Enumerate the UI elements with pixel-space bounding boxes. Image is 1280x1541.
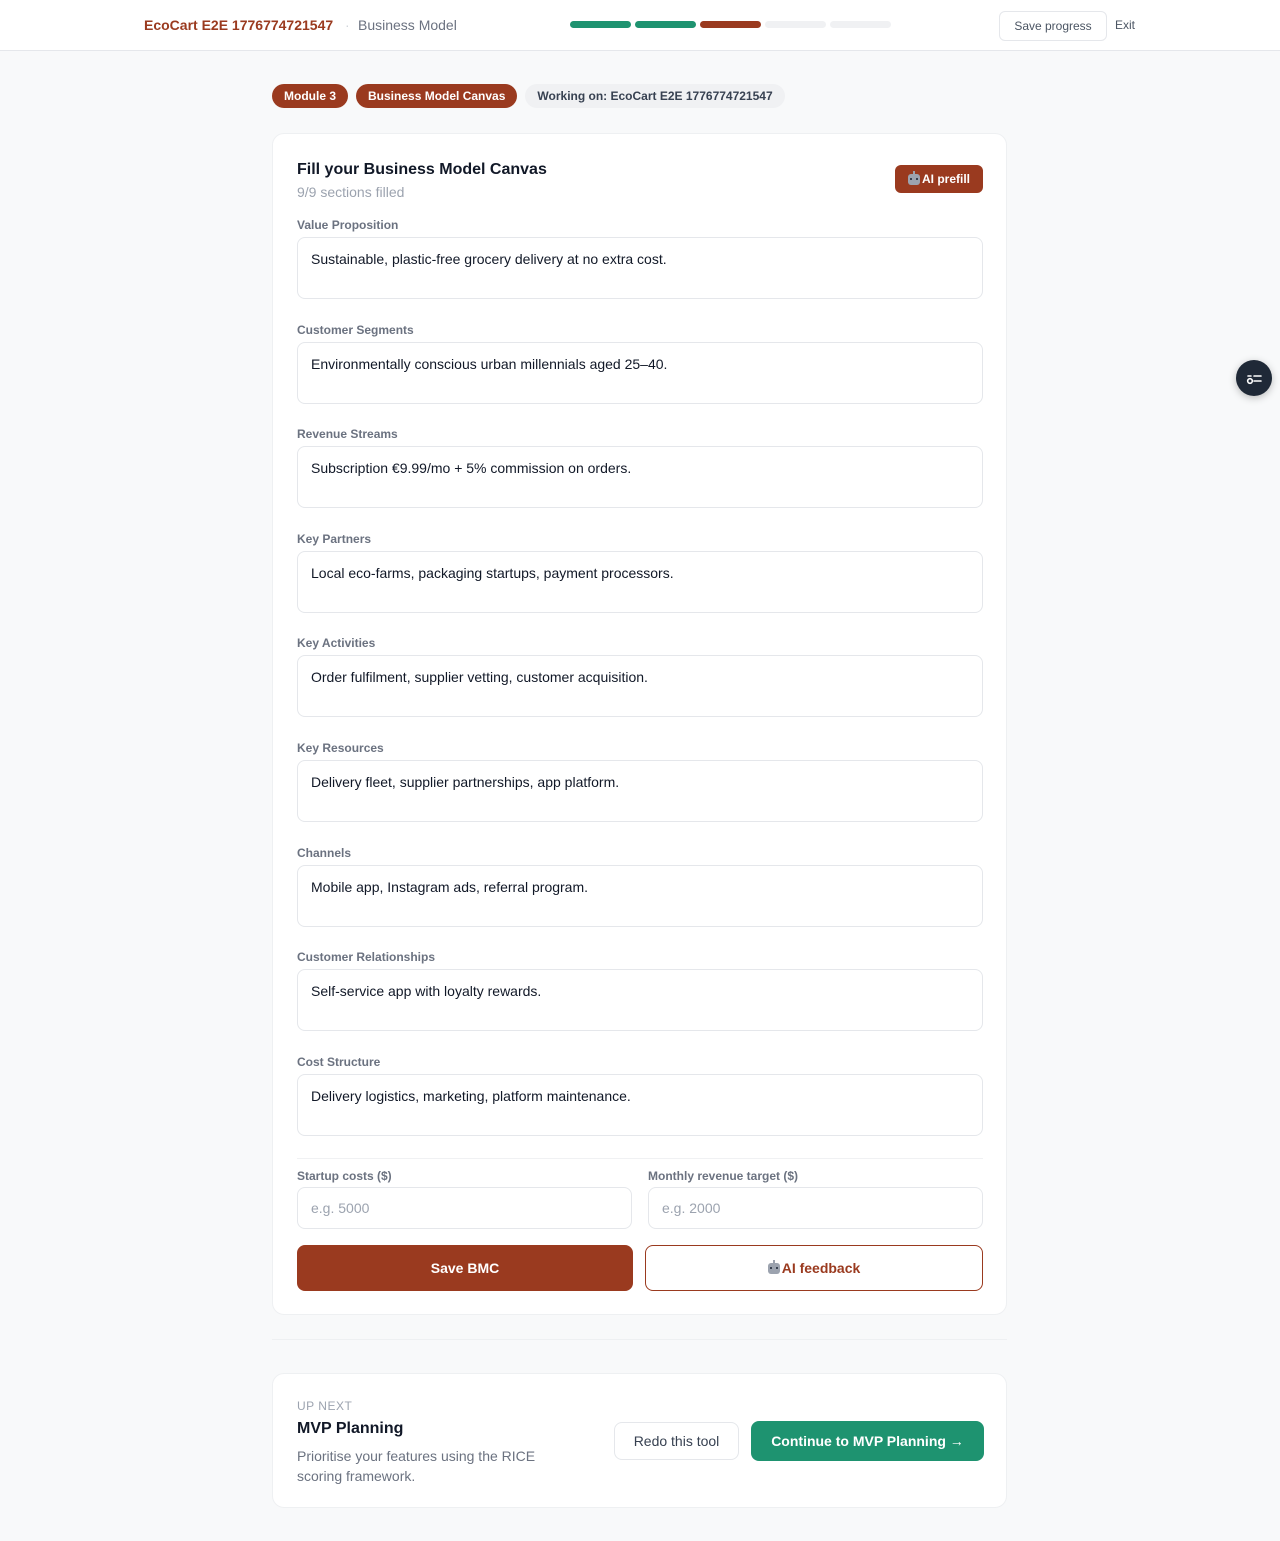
progress-step (765, 21, 826, 28)
up-next-eyebrow: UP NEXT (297, 1399, 353, 1413)
section-divider (297, 1158, 983, 1159)
page-divider (272, 1339, 1007, 1340)
ai-feedback-button[interactable]: AI feedback (645, 1245, 983, 1291)
startup-costs-input[interactable] (297, 1187, 632, 1229)
field-textarea[interactable]: Sustainable, plastic-free grocery delive… (297, 237, 983, 299)
field-label: Key Activities (297, 636, 376, 650)
field-label: Channels (297, 846, 352, 860)
save-bmc-button[interactable]: Save BMC (297, 1245, 633, 1291)
field-textarea[interactable]: Environmentally conscious urban millenni… (297, 342, 983, 404)
module-badge: Module 3 (272, 84, 349, 108)
field-textarea[interactable]: Subscription €9.99/mo + 5% commission on… (297, 446, 983, 508)
checklist-icon (1246, 375, 1262, 385)
field-label: Customer Segments (297, 323, 414, 337)
redo-tool-button[interactable]: Redo this tool (614, 1422, 739, 1460)
field-label: Customer Relationships (297, 950, 436, 964)
field-textarea[interactable]: Delivery logistics, marketing, platform … (297, 1074, 983, 1136)
save-progress-button[interactable]: Save progress (999, 11, 1107, 41)
progress-steps (570, 21, 891, 28)
field-label: Value Proposition (297, 218, 399, 232)
field-textarea[interactable]: Delivery fleet, supplier partnerships, a… (297, 760, 983, 822)
context-pills: Module 3 Business Model Canvas Working o… (272, 84, 785, 108)
ai-prefill-button[interactable]: AI prefill (895, 165, 983, 193)
floating-menu-button[interactable] (1236, 360, 1272, 396)
field-textarea[interactable]: Self-service app with loyalty rewards. (297, 969, 983, 1031)
breadcrumb-section: Business Model (358, 17, 457, 33)
top-bar: EcoCart E2E 1776774721547 · Business Mod… (0, 0, 1280, 51)
field-label: Revenue Streams (297, 427, 398, 441)
up-next-title: MVP Planning (297, 1420, 404, 1437)
continue-button[interactable]: Continue to MVP Planning → (751, 1421, 984, 1461)
field-textarea[interactable]: Local eco-farms, packaging startups, pay… (297, 551, 983, 613)
up-next-description: Prioritise your features using the RICE … (297, 1448, 536, 1484)
field-textarea[interactable]: Order fulfilment, supplier vetting, cust… (297, 655, 983, 717)
ai-feedback-label: AI feedback (781, 1260, 861, 1276)
tool-badge: Business Model Canvas (356, 84, 518, 108)
progress-step (570, 21, 631, 28)
progress-step (700, 21, 761, 28)
exit-link[interactable]: Exit (1115, 18, 1135, 32)
progress-step (830, 21, 891, 28)
card-title: Fill your Business Model Canvas (297, 161, 547, 178)
bmc-card: Fill your Business Model Canvas 9/9 sect… (272, 133, 1007, 1315)
ai-prefill-label: AI prefill (921, 172, 970, 186)
up-next-card: UP NEXT MVP Planning Prioritise your fea… (272, 1373, 1007, 1508)
field-textarea[interactable]: Mobile app, Instagram ads, referral prog… (297, 865, 983, 927)
robot-icon (767, 1259, 780, 1274)
field-label: Key Partners (297, 532, 372, 546)
field-label: Cost Structure (297, 1055, 381, 1069)
working-on-badge: Working on: EcoCart E2E 1776774721547 (525, 84, 785, 108)
revenue-target-label: Monthly revenue target ($) (648, 1169, 799, 1183)
progress-step (635, 21, 696, 28)
project-name: EcoCart E2E 1776774721547 (144, 17, 334, 33)
startup-costs-label: Startup costs ($) (297, 1169, 392, 1183)
robot-icon (907, 170, 920, 185)
sections-filled-count: 9/9 sections filled (297, 184, 405, 200)
field-label: Key Resources (297, 741, 384, 755)
breadcrumb-separator: · (345, 17, 350, 33)
revenue-target-input[interactable] (648, 1187, 983, 1229)
